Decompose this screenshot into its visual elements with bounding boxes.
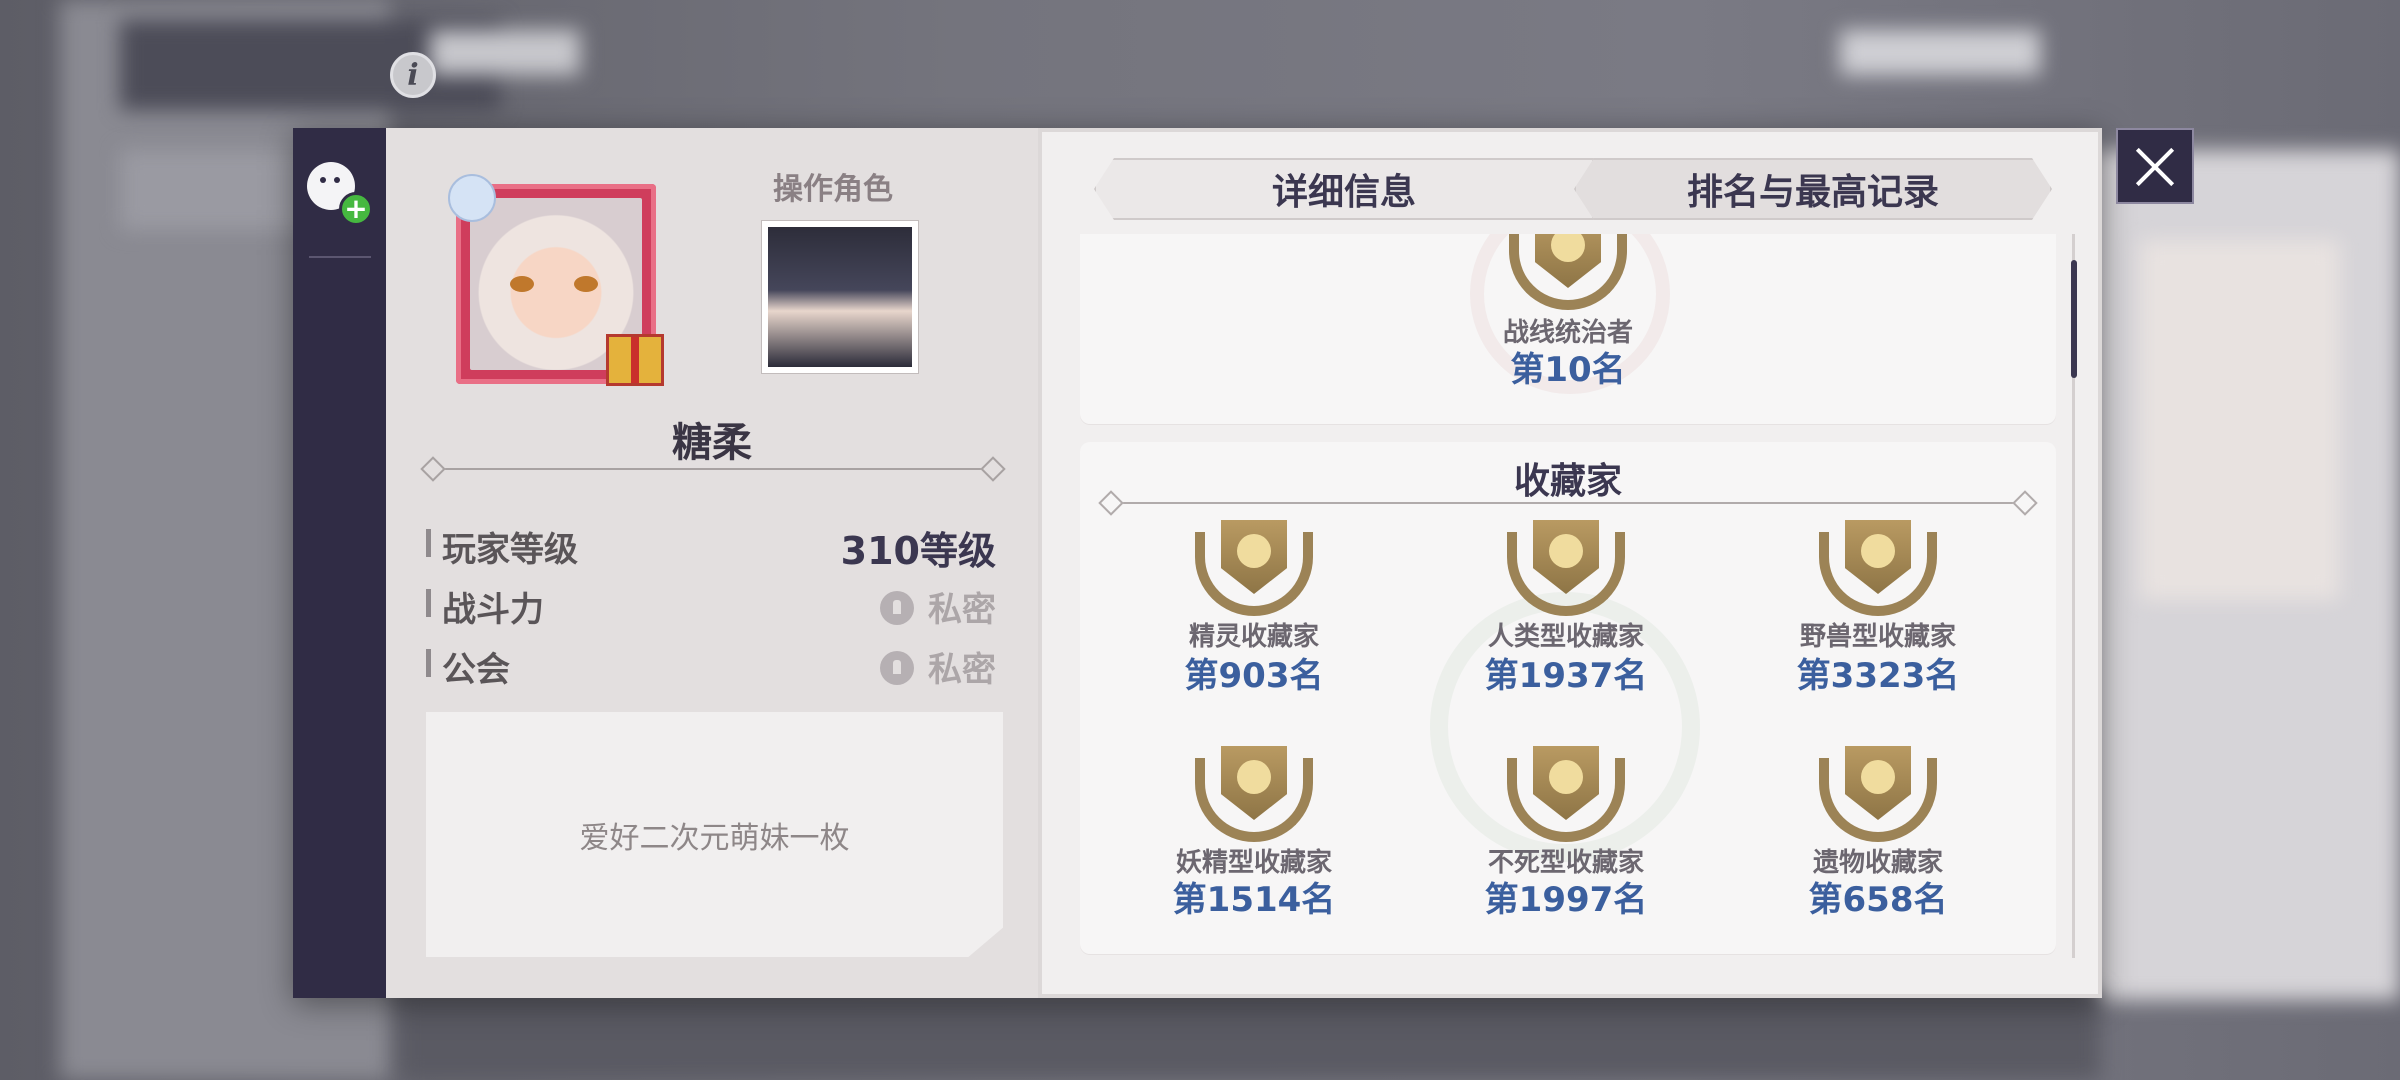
section-title: 收藏家 bbox=[1513, 461, 1622, 502]
stat-value: 私密 bbox=[928, 650, 996, 690]
operator-label: 操作角色 bbox=[773, 172, 893, 207]
lock-icon bbox=[880, 590, 914, 625]
stat-player-level: 玩家等级 310等级 bbox=[426, 518, 996, 573]
plus-icon: + bbox=[339, 192, 373, 226]
operator-portrait[interactable] bbox=[761, 220, 919, 374]
stat-guild: 公会 私密 bbox=[426, 638, 996, 690]
badge-rank: 第10名 bbox=[1510, 350, 1626, 390]
badge-rank: 第903名 bbox=[1184, 656, 1324, 696]
tab-rankings[interactable]: 排名与最高记录 bbox=[1574, 158, 2052, 220]
relic-collector-badge-icon bbox=[1819, 746, 1937, 842]
profile-modal: + 操作角色 糖柔 玩家等级 310等级 战斗力 私密 公会 私密 爱好二次元萌… bbox=[293, 128, 2102, 998]
stat-value: 私密 bbox=[928, 590, 996, 630]
fairy-collector-badge-icon bbox=[1195, 746, 1313, 842]
badge-rank: 第1514名 bbox=[1172, 880, 1336, 920]
add-friend-button[interactable]: + bbox=[307, 162, 373, 226]
human-collector-badge-icon bbox=[1507, 520, 1625, 616]
name-divider bbox=[430, 468, 996, 470]
records-panel: 详细信息 排名与最高记录 战线统治者 第10名 收藏家 精灵收藏家 第903名 … bbox=[1038, 128, 2102, 998]
badge-rank: 第658名 bbox=[1808, 880, 1948, 920]
badge-rank: 第1997名 bbox=[1484, 880, 1648, 920]
beast-collector-badge-icon bbox=[1819, 520, 1937, 616]
stat-label: 公会 bbox=[442, 650, 510, 690]
info-icon[interactable]: i bbox=[390, 52, 436, 98]
top-record-card: 战线统治者 第10名 bbox=[1080, 234, 2056, 424]
sidebar-divider bbox=[309, 256, 371, 258]
stat-value: 310等级 bbox=[840, 529, 996, 573]
player-avatar[interactable] bbox=[448, 174, 673, 399]
battle-ruler-badge-icon bbox=[1509, 234, 1627, 310]
collector-card: 收藏家 精灵收藏家 第903名 人类型收藏家 第1937名 野兽型收藏家 第33… bbox=[1080, 442, 2056, 954]
player-bio: 爱好二次元萌妹一枚 bbox=[426, 712, 1003, 957]
stat-combat-power: 战斗力 私密 bbox=[426, 578, 996, 630]
section-divider bbox=[1108, 502, 2028, 504]
modal-sidebar: + bbox=[293, 128, 386, 998]
badge-rank: 第3323名 bbox=[1796, 656, 1960, 696]
stat-label: 战斗力 bbox=[442, 590, 544, 630]
gift-icon bbox=[606, 334, 664, 386]
scrollbar-thumb[interactable] bbox=[2071, 260, 2077, 378]
pet-icon bbox=[448, 174, 496, 222]
stat-label: 玩家等级 bbox=[442, 530, 578, 570]
badge-rank: 第1937名 bbox=[1484, 656, 1648, 696]
undead-collector-badge-icon bbox=[1507, 746, 1625, 842]
player-name: 糖柔 bbox=[672, 420, 752, 466]
lock-icon bbox=[880, 650, 914, 685]
tab-details[interactable]: 详细信息 bbox=[1094, 158, 1594, 220]
spirit-collector-badge-icon bbox=[1195, 520, 1313, 616]
close-button[interactable] bbox=[2116, 128, 2194, 204]
profile-panel: 操作角色 糖柔 玩家等级 310等级 战斗力 私密 公会 私密 爱好二次元萌妹一… bbox=[386, 128, 1038, 998]
